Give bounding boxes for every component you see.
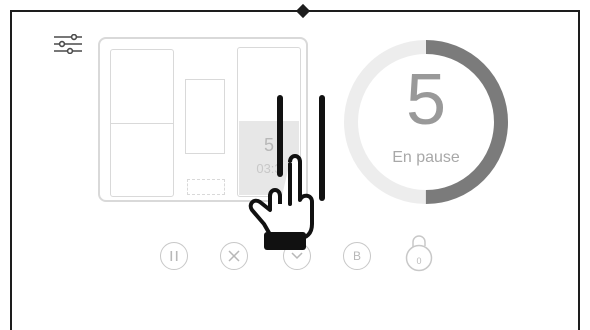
appliance-middle-section (185, 79, 225, 154)
b-button[interactable]: B (343, 242, 371, 270)
chevron-down-icon (291, 252, 303, 260)
two-finger-swipe-hand-icon (248, 95, 325, 250)
appliance-left-upper-section (110, 49, 174, 123)
pause-icon (170, 251, 178, 261)
top-indicator-marker (295, 3, 311, 19)
settings-sliders-icon[interactable] (53, 34, 83, 54)
lock-counter: 0 (416, 256, 422, 266)
timer-status-label: En pause (392, 149, 460, 166)
b-icon: B (352, 249, 361, 263)
appliance-left-lower-section (110, 123, 174, 197)
pause-button[interactable] (160, 242, 188, 270)
timer-value: 5 (405, 60, 447, 140)
appliance-middle-slot (187, 179, 225, 195)
cancel-icon (228, 250, 240, 262)
